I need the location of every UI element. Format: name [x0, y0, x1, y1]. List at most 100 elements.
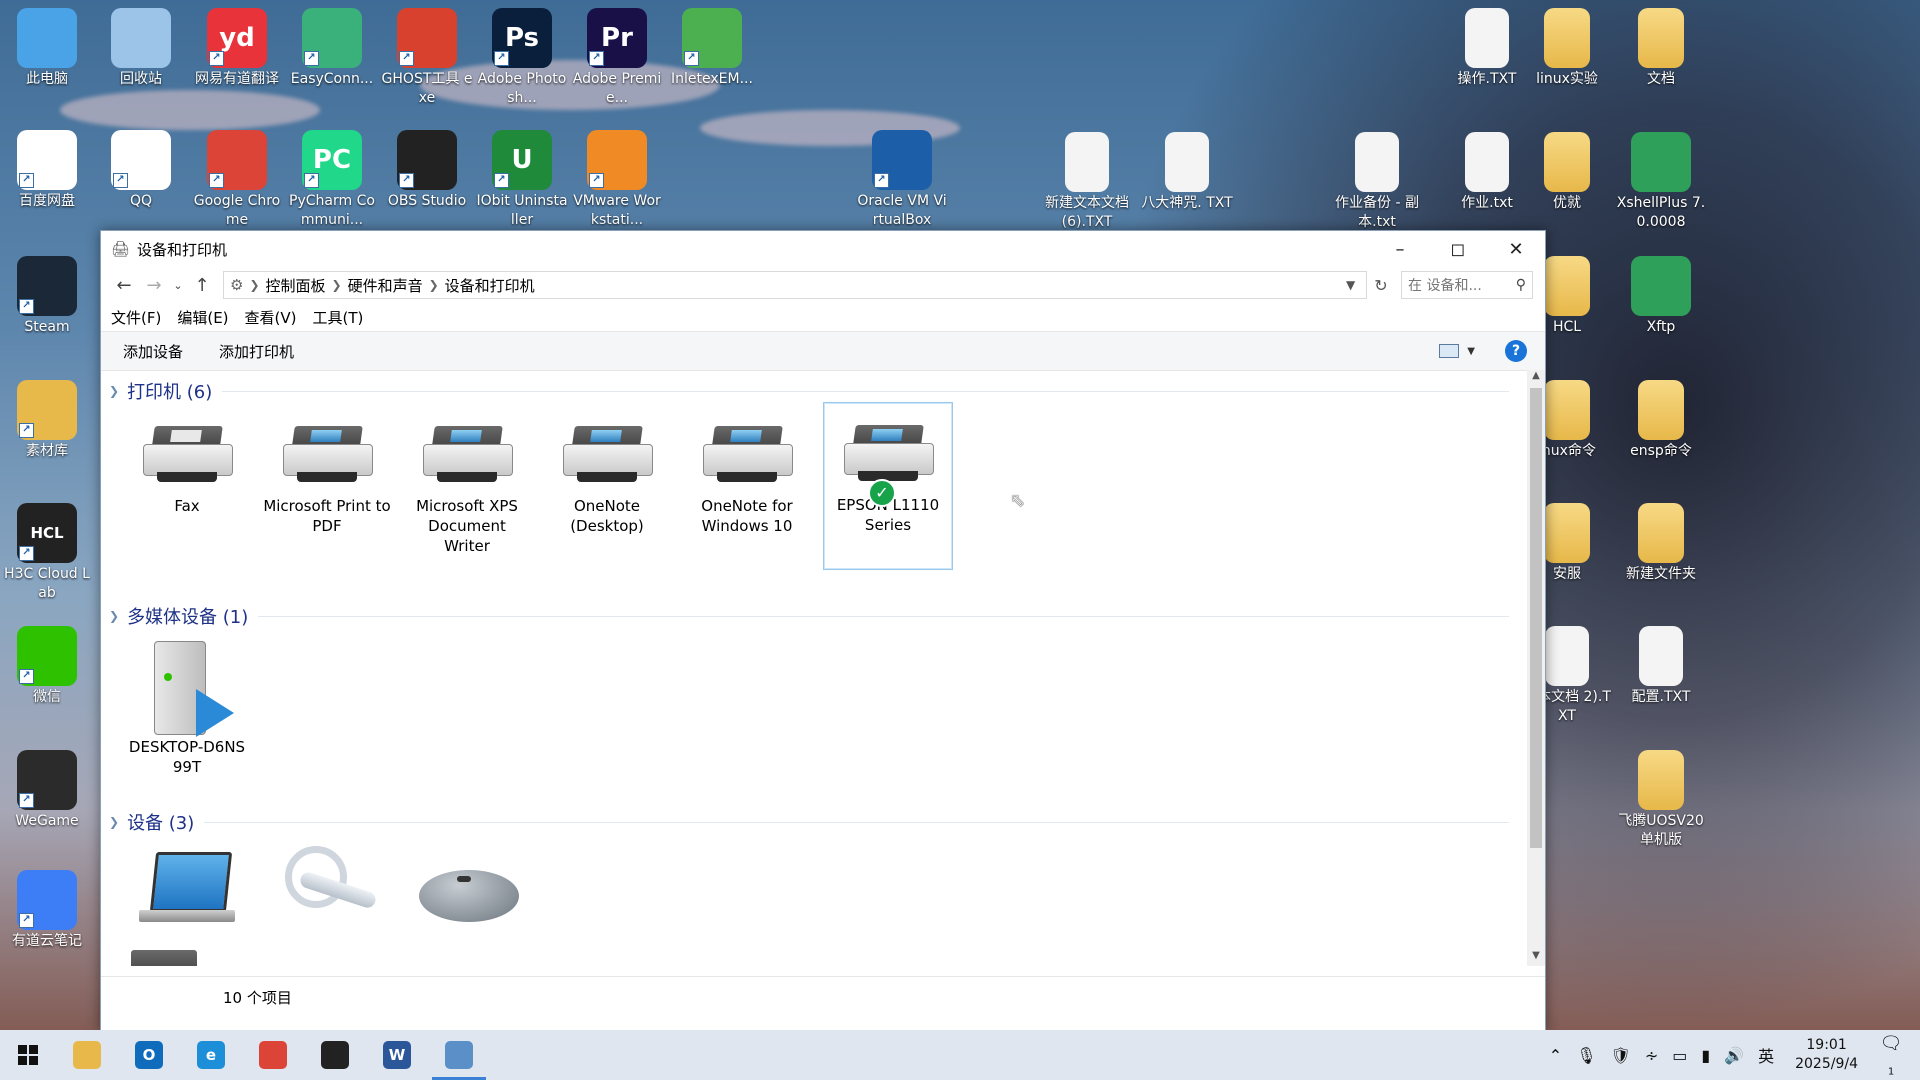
device-item[interactable]	[123, 842, 251, 938]
printer-item[interactable]: ✓ EPSON L1110 Series	[823, 402, 953, 570]
group-printers[interactable]: ❯ 打印机 (6)	[109, 378, 1509, 404]
desktop-icon[interactable]: 文档	[1614, 8, 1708, 89]
desktop-icon[interactable]: ↗ Google Chrome	[190, 130, 284, 230]
desktop-icon[interactable]: 新建文本文档 (6).TXT	[1040, 132, 1134, 232]
collapse-chevron-icon[interactable]: ❯	[109, 609, 119, 623]
desktop-icon[interactable]: Pr ↗ Adobe Premie...	[570, 8, 664, 108]
taskbar-app[interactable]	[304, 1030, 366, 1080]
scroll-thumb[interactable]	[1530, 388, 1542, 848]
menu-edit[interactable]: 编辑(E)	[177, 307, 228, 328]
device-item[interactable]	[403, 842, 531, 938]
start-button[interactable]	[0, 1030, 56, 1080]
help-icon[interactable]: ?	[1505, 340, 1527, 362]
view-options-chevron-icon[interactable]: ▼	[1467, 346, 1475, 357]
desktop-icon[interactable]: ↗ 有道云笔记	[0, 870, 94, 951]
desktop-icon[interactable]: U ↗ IObit Uninstaller	[475, 130, 569, 230]
taskbar-app[interactable]: e	[180, 1030, 242, 1080]
address-bar[interactable]: ⚙ ❯ 控制面板 ❯ 硬件和声音 ❯ 设备和打印机 ▼	[223, 271, 1367, 299]
desktop-icon[interactable]: ↗ Steam	[0, 256, 94, 337]
device-label: DESKTOP-D6NS 99T	[128, 738, 246, 776]
forward-arrow-icon[interactable]: →	[139, 275, 169, 296]
input-method-indicator[interactable]: 英	[1758, 1043, 1774, 1067]
search-input[interactable]: 在 设备和... ⚲	[1401, 271, 1533, 299]
desktop-icon[interactable]: ↗ 百度网盘	[0, 130, 94, 211]
chrome-icon: ↗	[207, 130, 267, 190]
back-arrow-icon[interactable]: ←	[109, 275, 139, 296]
ghost-icon: ↗	[397, 8, 457, 68]
menu-view[interactable]: 查看(V)	[245, 307, 297, 328]
clock[interactable]: 19:01 2025/9/4	[1795, 1036, 1858, 1074]
breadcrumb-hardware-sound[interactable]: 硬件和声音	[348, 275, 423, 296]
maximize-button[interactable]: ◻	[1429, 231, 1487, 267]
taskbar-app[interactable]	[428, 1030, 490, 1080]
taskbar-app[interactable]: O	[118, 1030, 180, 1080]
printer-item[interactable]: Microsoft Print to PDF	[263, 404, 391, 536]
printer-item[interactable]: OneNote for Windows 10	[683, 404, 811, 536]
collapse-chevron-icon[interactable]: ❯	[109, 815, 119, 829]
desktop-icon[interactable]: HCL ↗ H3C Cloud Lab	[0, 503, 94, 603]
title-bar[interactable]: 🖨 设备和打印机 – ◻ ✕	[101, 231, 1545, 267]
taskbar-app[interactable]	[56, 1030, 118, 1080]
volume-icon[interactable]: 🔊	[1724, 1046, 1744, 1065]
collapse-chevron-icon[interactable]: ❯	[109, 384, 119, 398]
desktop-icon[interactable]: XshellPlus 7.0.0008	[1614, 132, 1708, 232]
media-device-item[interactable]: DESKTOP-D6NS 99T	[123, 633, 251, 777]
desktop-icon[interactable]: 新建文件夹	[1614, 503, 1708, 584]
device-item[interactable]	[263, 842, 391, 938]
group-devices[interactable]: ❯ 设备 (3)	[109, 809, 1509, 835]
group-multimedia[interactable]: ❯ 多媒体设备 (1)	[109, 603, 1509, 629]
scroll-up-arrow-icon[interactable]: ▲	[1527, 370, 1545, 386]
desktop-icon[interactable]: 此电脑	[0, 8, 94, 89]
desktop-icon[interactable]: ↗ EasyConn...	[285, 8, 379, 89]
scroll-down-arrow-icon[interactable]: ▼	[1527, 950, 1545, 966]
desktop-icon[interactable]: 优就	[1520, 132, 1614, 213]
desktop-icon[interactable]: ↗ InletexEM...	[665, 8, 759, 89]
security-shield-icon[interactable]: 🛡	[1611, 1046, 1631, 1065]
printer-item[interactable]: Fax	[123, 404, 251, 516]
desktop-icon[interactable]: 配置.TXT	[1614, 626, 1708, 707]
breadcrumb-control-panel[interactable]: 控制面板	[266, 275, 326, 296]
desktop-icon[interactable]: 作业备份 - 副本.txt	[1330, 132, 1424, 232]
show-hidden-icons-chevron-icon[interactable]: ⌃	[1549, 1046, 1562, 1065]
battery-icon[interactable]: ▮	[1701, 1046, 1710, 1065]
menu-file[interactable]: 文件(F)	[111, 307, 161, 328]
desktop-icon[interactable]: ↗ 微信	[0, 626, 94, 707]
notification-center-button[interactable]: 🗨 1	[1876, 1033, 1906, 1078]
desktop-icon[interactable]: Ps ↗ Adobe Photosh...	[475, 8, 569, 108]
desktop-icon[interactable]: ↗ WeGame	[0, 750, 94, 831]
add-printer-button[interactable]: 添加打印机	[219, 341, 294, 362]
desktop-icon[interactable]: 飞腾UOSV20 单机版	[1614, 750, 1708, 850]
display-icon[interactable]: ▭	[1672, 1046, 1687, 1065]
up-arrow-icon[interactable]: ↑	[187, 275, 217, 296]
taskbar-app[interactable]: W	[366, 1030, 428, 1080]
taskbar-app[interactable]	[242, 1030, 304, 1080]
desktop-icon[interactable]: 八大神咒. TXT	[1140, 132, 1234, 213]
close-button[interactable]: ✕	[1487, 231, 1545, 267]
desktop-icon[interactable]: ↗ GHOST工具 exe	[380, 8, 474, 108]
desktop-icon[interactable]: Xftp	[1614, 256, 1708, 337]
address-dropdown-icon[interactable]: ▼	[1346, 278, 1366, 292]
menu-tools[interactable]: 工具(T)	[313, 307, 364, 328]
breadcrumb-devices-printers[interactable]: 设备和打印机	[445, 275, 535, 296]
desktop-icon[interactable]: ↗ OBS Studio	[380, 130, 474, 211]
wifi-icon[interactable]: ∻	[1645, 1046, 1658, 1065]
desktop-icon[interactable]: ↗ VMware Workstati...	[570, 130, 664, 230]
desktop-icon[interactable]: PC ↗ PyCharm Communi...	[285, 130, 379, 230]
add-device-button[interactable]: 添加设备	[123, 341, 183, 362]
desktop-icon[interactable]: ↗ 素材库	[0, 380, 94, 461]
desktop-icon[interactable]: ↗ QQ	[94, 130, 188, 211]
desktop-icon[interactable]: ↗ Oracle VM VirtualBox	[855, 130, 949, 230]
vertical-scrollbar[interactable]: ▲ ▼	[1527, 370, 1545, 966]
desktop-icon[interactable]: yd ↗ 网易有道翻译	[190, 8, 284, 89]
printer-item[interactable]: OneNote (Desktop)	[543, 404, 671, 536]
desktop-icon[interactable]: linux实验	[1520, 8, 1614, 89]
refresh-icon[interactable]: ↻	[1367, 276, 1395, 295]
desktop-icon[interactable]: ensp命令	[1614, 380, 1708, 461]
desktop-icon[interactable]: 回收站	[94, 8, 188, 89]
recent-locations-chevron-icon[interactable]: ⌄	[169, 279, 187, 292]
change-view-icon[interactable]	[1439, 344, 1460, 358]
printer-item[interactable]: Microsoft XPS Document Writer	[403, 404, 531, 556]
xshell-icon	[1631, 132, 1691, 192]
minimize-button[interactable]: –	[1371, 231, 1429, 267]
microphone-icon[interactable]: 🎙	[1576, 1046, 1596, 1065]
